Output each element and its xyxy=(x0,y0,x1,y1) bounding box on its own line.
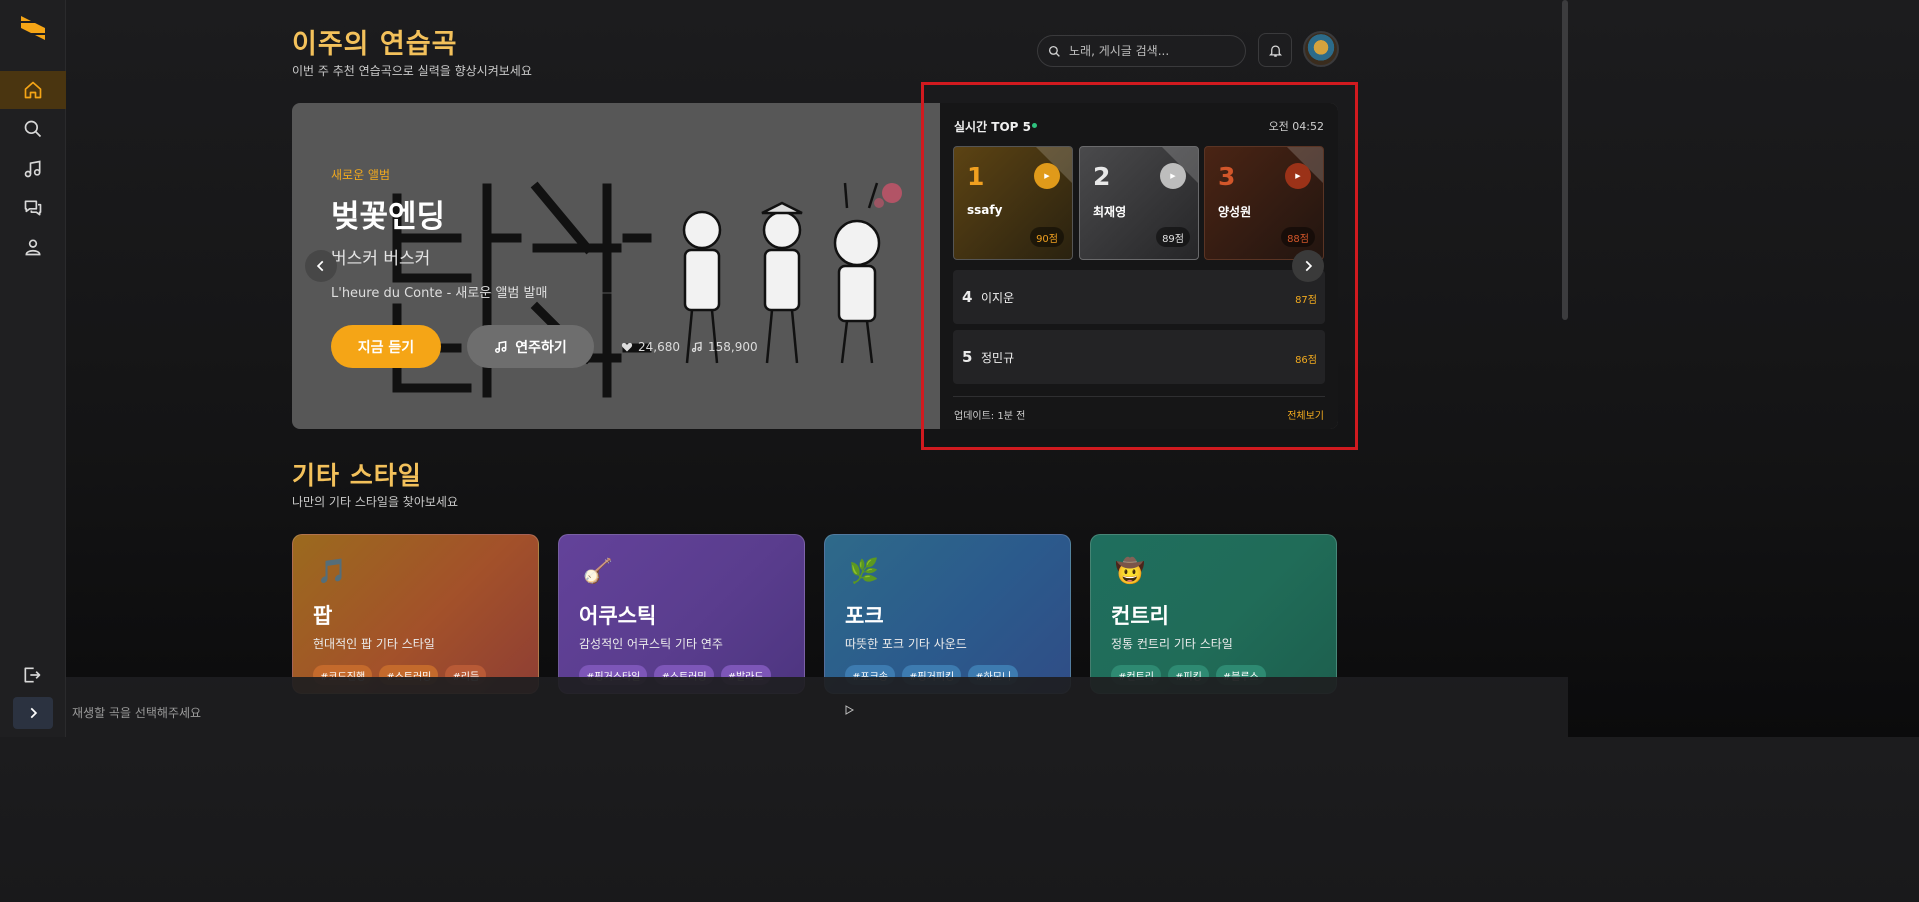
podium-card-2[interactable]: 2 ▶ 최재영 89점 xyxy=(1079,146,1199,260)
search-icon xyxy=(1048,45,1060,57)
sidebar xyxy=(0,0,66,737)
divider xyxy=(953,396,1325,397)
sidebar-expand-button[interactable] xyxy=(13,697,53,729)
view-all-link[interactable]: 전체보기 xyxy=(1287,407,1324,422)
player-placeholder: 재생할 곡을 선택해주세요 xyxy=(72,706,202,720)
rank-score: 86점 xyxy=(1295,355,1317,366)
herb-icon: 🌿 xyxy=(849,557,879,585)
banjo-icon: 🪕 xyxy=(583,557,613,585)
hero-artist: 버스커 버스커 xyxy=(331,249,431,269)
style-card-pop[interactable]: 🎵 팝 현대적인 팝 기타 스타일 #코드진행 #스트러밍 #리듬 xyxy=(292,534,539,694)
style-name: 팝 xyxy=(313,604,333,628)
sidebar-item-home[interactable] xyxy=(0,71,66,109)
hero-tag: 새로운 앨범 xyxy=(331,168,391,182)
sidebar-item-community[interactable] xyxy=(0,189,66,227)
sidebar-item-music[interactable] xyxy=(0,150,66,188)
style-description: 따뜻한 포크 기타 사운드 xyxy=(845,637,967,651)
play-disc-icon[interactable]: ▶ xyxy=(1034,163,1060,189)
podium-name: ssafy xyxy=(967,203,1003,217)
podium-card-1[interactable]: 1 ▶ ssafy 90점 xyxy=(953,146,1073,260)
style-description: 현대적인 팝 기타 스타일 xyxy=(313,637,435,651)
play-icon[interactable] xyxy=(844,705,854,715)
podium-score: 88점 xyxy=(1281,227,1315,247)
logout-icon[interactable] xyxy=(22,665,42,685)
heart-icon xyxy=(621,342,633,352)
update-status: 업데이트: 1분 전 xyxy=(954,411,1026,422)
podium-rank: 1 xyxy=(967,162,985,191)
app-logo-icon[interactable] xyxy=(19,14,47,42)
home-icon xyxy=(24,81,42,99)
rank-row-5[interactable]: 5 정민규 86점 xyxy=(953,330,1325,384)
sidebar-item-profile[interactable] xyxy=(0,228,66,266)
likes-value: 24,680 xyxy=(638,340,680,354)
live-indicator xyxy=(1032,123,1037,128)
podium-rank: 2 xyxy=(1093,162,1111,191)
rank-score: 87점 xyxy=(1295,295,1317,306)
play-disc-icon[interactable]: ▶ xyxy=(1160,163,1186,189)
rank-name: 이지운 xyxy=(981,291,1015,305)
style-card-folk[interactable]: 🌿 포크 따뜻한 포크 기타 사운드 #포크송 #핑거피킹 #하모니 xyxy=(824,534,1071,694)
hero-next-button[interactable] xyxy=(1292,250,1324,282)
scrollbar[interactable] xyxy=(1562,0,1568,320)
play-along-label: 연주하기 xyxy=(515,339,567,356)
rank-number: 4 xyxy=(962,288,973,306)
album-art-illustration xyxy=(392,181,902,398)
style-name: 어쿠스틱 xyxy=(579,604,657,628)
realtime-top5-panel: 실시간 TOP 5 오전 04:52 1 ▶ ssafy 90점 2 ▶ 최재영… xyxy=(940,103,1338,429)
podium-name: 최재영 xyxy=(1093,205,1127,219)
player-bar: 재생할 곡을 선택해주세요 xyxy=(66,677,1568,737)
style-name: 컨트리 xyxy=(1111,604,1169,628)
style-card-country[interactable]: 🤠 컨트리 정통 컨트리 기타 스타일 #컨트리 #피킹 #블루스 xyxy=(1090,534,1337,694)
podium-score: 89점 xyxy=(1156,227,1190,247)
podium-card-3[interactable]: 3 ▶ 양성원 88점 xyxy=(1204,146,1324,260)
style-name: 포크 xyxy=(845,604,884,628)
page-title: 이주의 연습곡 xyxy=(292,29,458,60)
chevron-right-icon xyxy=(30,707,38,719)
search-bar[interactable] xyxy=(1037,35,1246,67)
plays-count: 158,900 xyxy=(691,340,758,354)
podium-score: 90점 xyxy=(1030,227,1064,247)
section-title: 기타 스타일 xyxy=(292,461,422,490)
top5-title: 실시간 TOP 5 xyxy=(954,120,1032,134)
cowboy-face-icon: 🤠 xyxy=(1115,557,1145,585)
music-note-icon xyxy=(24,160,41,178)
listen-now-button[interactable]: 지금 듣기 xyxy=(331,325,441,368)
style-description: 정통 컨트리 기타 스타일 xyxy=(1111,637,1233,651)
search-icon xyxy=(24,120,42,138)
hero-prev-button[interactable] xyxy=(305,250,337,282)
rank-row-4[interactable]: 4 이지운 87점 xyxy=(953,270,1325,324)
style-card-acoustic[interactable]: 🪕 어쿠스틱 감성적인 어쿠스틱 기타 연주 #핑거스타일 #스트러밍 #발라드 xyxy=(558,534,805,694)
play-along-button[interactable]: 연주하기 xyxy=(467,325,594,368)
music-note-icon xyxy=(495,340,507,353)
chevron-right-icon xyxy=(1305,260,1313,272)
rank-number: 5 xyxy=(962,348,973,366)
page-subtitle: 이번 주 추천 연습곡으로 실력을 향상시켜보세요 xyxy=(292,64,532,78)
avatar[interactable] xyxy=(1303,31,1339,67)
search-input[interactable] xyxy=(1069,44,1229,58)
hero-title: 벚꽃엔딩 xyxy=(331,199,446,235)
music-note-icon xyxy=(691,341,702,353)
podium-name: 양성원 xyxy=(1218,205,1252,219)
section-subtitle: 나만의 기타 스타일을 찾아보세요 xyxy=(292,495,459,509)
likes-count: 24,680 xyxy=(621,340,680,354)
sidebar-item-search[interactable] xyxy=(0,110,66,148)
bell-icon xyxy=(1268,44,1282,57)
play-disc-icon[interactable]: ▶ xyxy=(1285,163,1311,189)
hero-description: L'heure du Conte - 새로운 앨범 발매 xyxy=(331,286,548,301)
user-icon xyxy=(25,239,41,256)
notification-button[interactable] xyxy=(1258,33,1292,67)
podium-rank: 3 xyxy=(1218,162,1236,191)
style-description: 감성적인 어쿠스틱 기타 연주 xyxy=(579,637,723,651)
rank-name: 정민규 xyxy=(981,351,1015,365)
plays-value: 158,900 xyxy=(708,340,758,354)
top5-time: 오전 04:52 xyxy=(1268,120,1324,133)
chat-icon xyxy=(24,200,42,216)
chevron-left-icon xyxy=(316,260,324,272)
music-notes-icon: 🎵 xyxy=(317,557,347,585)
